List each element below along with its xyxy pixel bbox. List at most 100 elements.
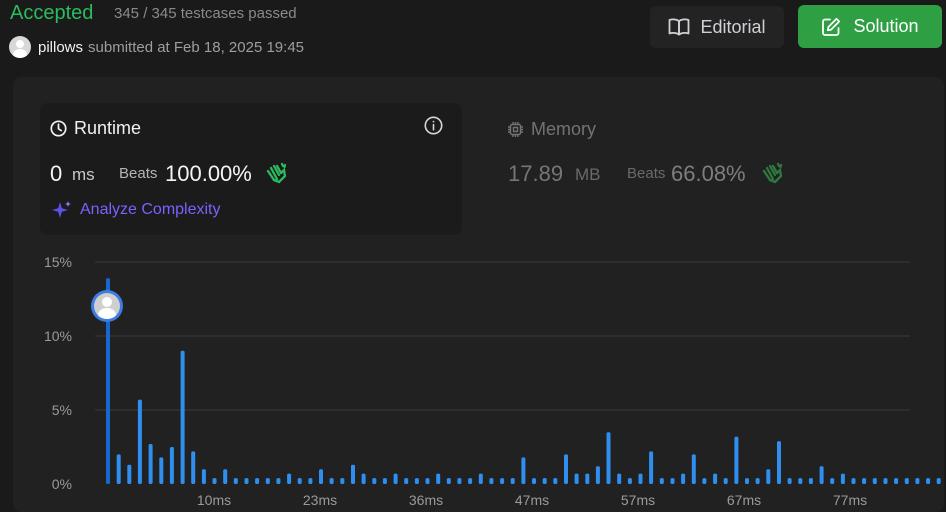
chart-bar[interactable] [489,478,494,484]
chart-bar[interactable] [702,478,707,484]
chart-bar[interactable] [723,478,728,484]
chart-bar[interactable] [734,436,739,484]
chart-bar[interactable] [425,478,430,484]
chart-bar[interactable] [585,473,590,484]
chart-bar[interactable] [265,478,270,484]
status-label: Accepted [10,2,94,24]
memory-beats-value: 66.08% [671,161,746,186]
chart-bar[interactable] [201,469,206,484]
chart-bar[interactable] [255,478,260,484]
chart-bar[interactable] [212,478,217,484]
memory-title[interactable]: Memory [507,119,596,140]
chart-bar[interactable] [936,478,941,484]
chart-bar[interactable] [297,478,302,484]
book-icon [669,18,690,36]
chart-bar[interactable] [798,478,803,484]
editorial-button[interactable]: Editorial [650,6,784,48]
chart-bar[interactable] [627,478,632,484]
x-tick-label: 23ms [303,492,337,508]
chart-bar[interactable] [659,478,664,484]
chart-bar[interactable] [287,473,292,484]
avatar[interactable] [9,36,31,58]
chart-bar[interactable] [233,478,238,484]
chart-bar[interactable] [617,473,622,484]
chart-bar[interactable] [670,478,675,484]
chart-bar[interactable] [351,464,355,484]
chart-bar[interactable] [691,454,696,484]
chart-bar[interactable] [894,478,899,484]
chart-bar[interactable] [191,451,196,484]
chart-bar[interactable] [904,478,909,484]
chart-bar[interactable] [606,432,611,484]
chart-bar[interactable] [329,478,334,484]
chart-bar[interactable] [574,473,579,484]
chart-bar[interactable] [883,478,888,484]
chart-bar[interactable] [244,478,249,484]
chart-bar[interactable] [766,469,771,484]
chart-bar[interactable] [500,478,505,484]
clap-icon-muted [762,162,783,184]
chart-bar[interactable] [872,478,877,484]
chart-bar[interactable] [361,473,366,484]
sparkle-icon [52,201,71,218]
chart-bar[interactable] [180,350,185,484]
runtime-title: Runtime [50,118,141,139]
chart-bar[interactable] [681,473,686,484]
chart-bar[interactable] [777,441,781,484]
chart-bar[interactable] [755,478,760,484]
chart-bar[interactable] [542,478,547,484]
chart-bar[interactable] [393,473,398,484]
chart-bar[interactable] [308,478,313,484]
chart-user-marker[interactable] [91,290,123,322]
chart-bar[interactable] [926,478,931,484]
chart-bar[interactable] [862,478,867,484]
chart-bar[interactable] [478,473,483,484]
solution-button[interactable]: Solution [798,5,942,48]
chart-bar[interactable] [127,464,132,484]
chart-bar[interactable] [137,399,142,484]
chart-bar[interactable] [532,478,536,484]
chart-bar[interactable] [414,478,419,484]
runtime-distribution-chart[interactable]: 15% 10% 5% 0% 10ms 23ms 36ms 47ms 57ms 67ms 77ms [0,250,946,512]
chart-bar[interactable] [638,473,643,484]
username-link[interactable]: pillows [38,39,83,56]
chart-bar[interactable] [553,478,558,484]
chart-bar[interactable] [745,478,749,484]
clock-icon [50,120,67,137]
chart-bar[interactable] [468,478,473,484]
chart-bar[interactable] [340,478,345,484]
chart-bar[interactable] [169,447,174,484]
chart-bar[interactable] [649,451,654,484]
chart-bar[interactable] [372,478,377,484]
chart-bar[interactable] [830,478,835,484]
info-icon[interactable] [424,116,443,135]
chart-bar[interactable] [436,473,441,484]
chart-bar[interactable] [819,466,824,484]
chart-bar[interactable] [713,473,718,484]
chart-bar[interactable] [404,478,409,484]
chart-bar[interactable] [787,478,792,484]
chart-bar[interactable] [521,457,526,484]
chart-bar[interactable] [595,466,600,484]
chart-bar[interactable] [510,478,515,484]
chart-bar[interactable] [159,457,164,484]
analyze-complexity-link[interactable]: Analyze Complexity [52,200,221,220]
chart-bar[interactable] [116,454,121,484]
chart-bar[interactable] [457,478,462,484]
y-tick-label: 5% [52,402,72,418]
chart-bar[interactable] [319,469,323,484]
chart-bar[interactable] [223,469,228,484]
chart-bar[interactable] [446,478,451,484]
y-tick-label: 0% [52,476,72,492]
runtime-unit: ms [72,165,95,184]
x-tick-label: 10ms [197,492,231,508]
chart-bar[interactable] [382,478,387,484]
chart-bar[interactable] [276,478,281,484]
chart-bar[interactable] [840,473,845,484]
chart-bar[interactable] [808,478,813,484]
chart-bar[interactable] [851,478,856,484]
chart-bar[interactable] [915,478,920,484]
chart-bar[interactable] [148,444,153,484]
chart-bar[interactable] [564,454,568,484]
analyze-complexity-label: Analyze Complexity [80,201,221,218]
